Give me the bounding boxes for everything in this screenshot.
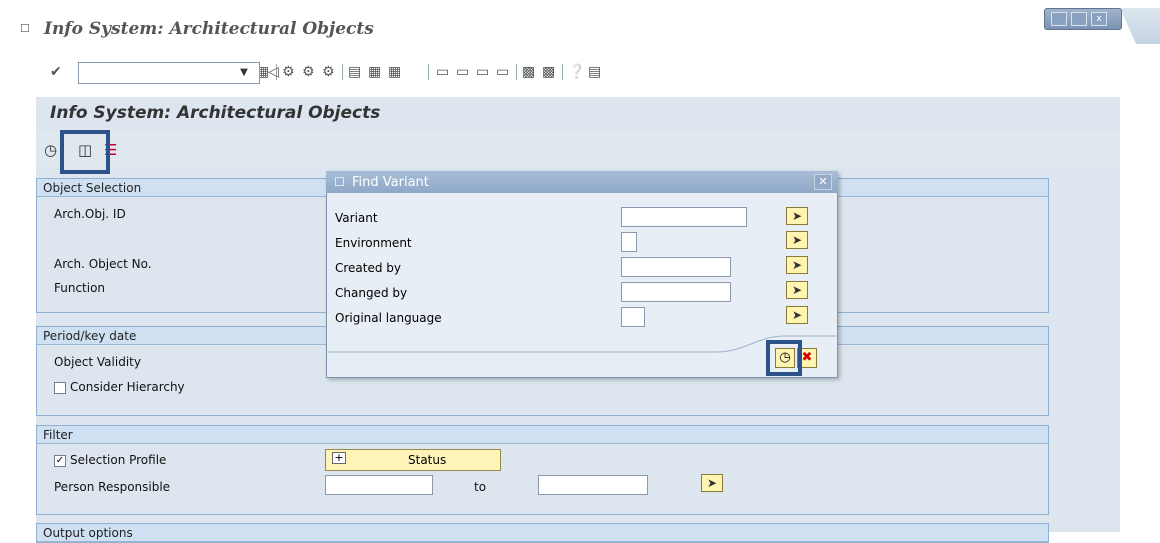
variant-input[interactable]: [621, 207, 747, 227]
window-controls: x: [1044, 8, 1122, 30]
original-language-label: Original language: [335, 311, 442, 325]
back-arrow-icon[interactable]: ◁: [268, 64, 279, 80]
execute-icon[interactable]: ◷: [44, 141, 57, 159]
created-by-multiselect-button[interactable]: ➤: [786, 256, 808, 274]
enter-icon[interactable]: ✔: [50, 64, 62, 80]
variant-multiselect-button[interactable]: ➤: [786, 207, 808, 225]
print-icon[interactable]: ▤: [348, 64, 361, 80]
group-title: Filter: [37, 426, 1048, 444]
help-icon[interactable]: ❔: [568, 64, 585, 80]
find-icon[interactable]: ▦: [368, 64, 381, 80]
chevron-down-icon[interactable]: ▼: [230, 63, 258, 83]
person-responsible-to-input[interactable]: [538, 475, 648, 495]
maximize-button[interactable]: [1071, 12, 1087, 26]
consider-hierarchy-checkbox[interactable]: [54, 382, 66, 394]
dialog-icon: ☐: [334, 175, 345, 189]
original-language-multiselect-button[interactable]: ➤: [786, 306, 808, 324]
exit-icon: ☐: [20, 22, 30, 35]
selection-profile-checkbox[interactable]: ✓: [54, 455, 66, 467]
close-window-button[interactable]: x: [1091, 12, 1107, 26]
selection-profile-label: Selection Profile: [70, 453, 167, 467]
environment-label: Environment: [335, 236, 412, 250]
consider-hierarchy-label: Consider Hierarchy: [70, 380, 185, 394]
environment-multiselect-button[interactable]: ➤: [786, 231, 808, 249]
last-page-icon[interactable]: ▭: [496, 64, 509, 80]
exit-icon[interactable]: ⚙: [302, 64, 315, 80]
highlight-execute: [766, 340, 802, 376]
multiple-selection-button[interactable]: ➤: [701, 474, 723, 492]
window-title: Info System: Architectural Objects: [44, 19, 374, 39]
next-page-icon[interactable]: ▭: [476, 64, 489, 80]
environment-input[interactable]: [621, 232, 637, 252]
highlight-get-variant: [60, 130, 110, 174]
output-options-group: Output options: [36, 523, 1049, 543]
cancel-icon[interactable]: ⚙: [322, 64, 335, 80]
changed-by-input[interactable]: [621, 282, 731, 302]
dialog-title: Find Variant: [352, 175, 429, 190]
variant-label: Variant: [335, 211, 378, 225]
changed-by-multiselect-button[interactable]: ➤: [786, 281, 808, 299]
find-next-icon[interactable]: ▦: [388, 64, 401, 80]
created-by-label: Created by: [335, 261, 402, 275]
application-toolbar: ◷ ◫ ☰: [36, 132, 1120, 168]
multiple-selection-icon: +: [332, 452, 346, 464]
original-language-input[interactable]: [621, 307, 645, 327]
person-responsible-label: Person Responsible: [54, 480, 171, 494]
dialog-close-button[interactable]: ✕: [814, 174, 832, 190]
filter-group: Filter: [36, 425, 1049, 515]
person-responsible-from-input[interactable]: [325, 475, 433, 495]
shortcut-icon[interactable]: ▩: [542, 64, 555, 80]
back-icon[interactable]: ⚙: [282, 64, 295, 80]
to-label: to: [474, 480, 487, 494]
group-title: Output options: [37, 524, 1048, 542]
created-by-input[interactable]: [621, 257, 731, 277]
status-button-label: Status: [408, 453, 447, 467]
minimize-button[interactable]: [1051, 12, 1067, 26]
previous-page-icon[interactable]: ▭: [456, 64, 469, 80]
customize-layout-icon[interactable]: ▤: [588, 64, 601, 80]
arch-object-no-label: Arch. Object No.: [54, 257, 152, 271]
first-page-icon[interactable]: ▭: [436, 64, 449, 80]
create-session-icon[interactable]: ▩: [522, 64, 535, 80]
dialog-footer-divider: [326, 335, 838, 353]
function-label: Function: [54, 281, 106, 295]
changed-by-label: Changed by: [335, 286, 408, 300]
page-title: Info System: Architectural Objects: [50, 103, 381, 123]
object-validity-label: Object Validity: [54, 355, 141, 369]
status-button[interactable]: + Status: [325, 449, 501, 471]
arch-obj-id-label: Arch.Obj. ID: [54, 207, 126, 221]
